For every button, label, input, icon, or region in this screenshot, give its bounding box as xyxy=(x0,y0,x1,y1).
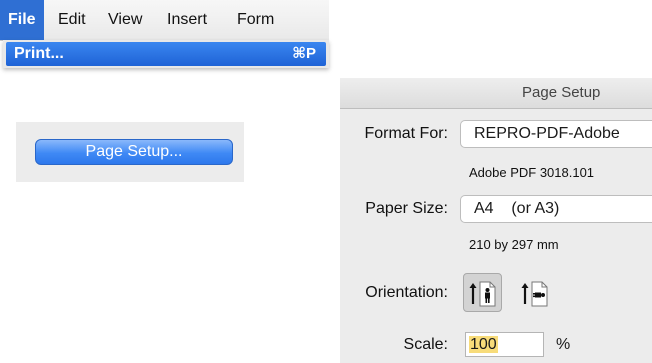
orientation-landscape-button[interactable] xyxy=(515,273,554,312)
page-setup-button-area: Page Setup... xyxy=(16,122,244,182)
menu-file[interactable]: File xyxy=(0,0,44,40)
paper-size-label: Paper Size: xyxy=(365,200,448,217)
menu-item-print-label: Print... xyxy=(14,45,64,62)
portrait-orientation-icon xyxy=(469,281,496,307)
page-setup-button[interactable]: Page Setup... xyxy=(35,139,233,165)
menu-view[interactable]: View xyxy=(108,0,142,40)
paper-size-popup[interactable]: A4 (or A3) xyxy=(460,195,652,223)
scale-input-value: 100 xyxy=(469,336,498,353)
dialog-titlebar: Page Setup xyxy=(340,78,652,109)
menu-format[interactable]: Form xyxy=(237,0,274,40)
orientation-label: Orientation: xyxy=(365,284,448,301)
scale-label: Scale: xyxy=(403,336,448,353)
format-for-label: Format For: xyxy=(364,125,448,142)
menu-bar: File Edit View Insert Form xyxy=(0,0,329,41)
menu-edit[interactable]: Edit xyxy=(58,0,86,40)
dialog-title: Page Setup xyxy=(522,84,601,101)
scale-input[interactable]: 100 xyxy=(465,332,544,357)
paper-size-detail: 210 by 297 mm xyxy=(469,237,559,252)
scale-unit: % xyxy=(556,336,571,353)
page-setup-dialog: Page Setup Format For: REPRO-PDF-Adobe A… xyxy=(340,78,652,363)
menu-item-print[interactable]: Print... ⌘P xyxy=(6,42,326,66)
orientation-portrait-button[interactable] xyxy=(463,273,502,312)
file-menu-dropdown: Print... ⌘P xyxy=(3,40,329,68)
format-for-popup[interactable]: REPRO-PDF-Adobe xyxy=(460,120,652,148)
menu-item-print-shortcut: ⌘P xyxy=(292,45,316,62)
format-for-detail: Adobe PDF 3018.101 xyxy=(469,165,595,180)
landscape-orientation-icon xyxy=(521,281,548,307)
menu-insert[interactable]: Insert xyxy=(167,0,207,40)
